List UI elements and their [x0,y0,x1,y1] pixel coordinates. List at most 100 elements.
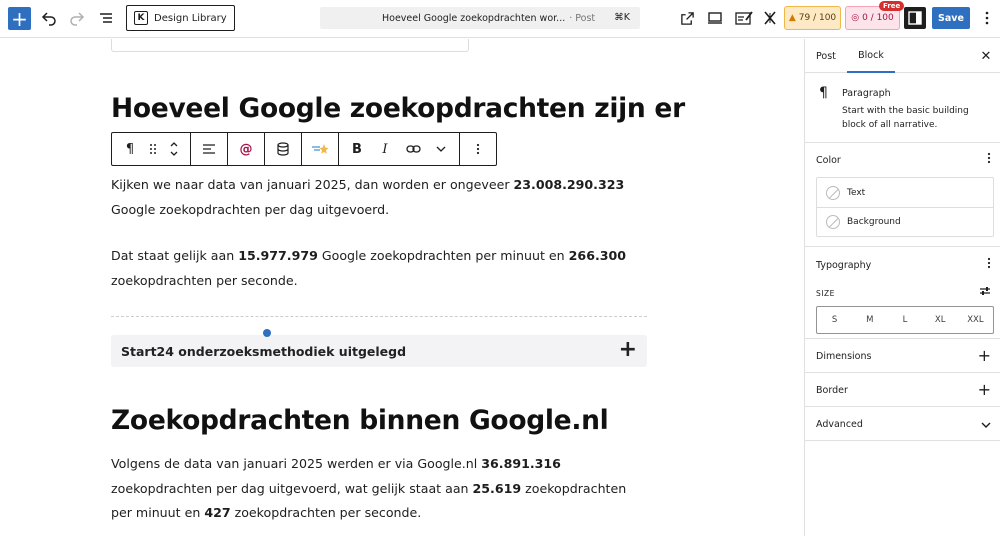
sidebar-icon [908,11,922,25]
editor-canvas[interactable]: Hoeveel Google zoekopdrachten zijn er ¶ … [0,39,804,536]
advanced-panel-title: Advanced [816,419,863,430]
paragraph-block-1[interactable]: Kijken we naar data van januari 2025, da… [111,173,651,222]
more-vertical-icon [987,152,991,164]
bold-number: 36.891.316 [481,456,561,471]
custom-size-button[interactable] [979,285,991,300]
italic-icon: I [382,141,388,157]
bold-button[interactable]: B [343,133,371,165]
paragraph-text: zoekopdrachten per seconde. [111,272,298,288]
text-color-label: Text [847,187,866,198]
plus-icon[interactable]: + [978,380,991,399]
color-panel-title: Color [816,155,841,166]
chevron-up-down-icon [170,142,178,156]
design-library-button[interactable]: K Design Library [126,5,235,31]
typography-options-button[interactable] [987,257,991,273]
move-up-down-button[interactable] [162,133,186,165]
paragraph-text: Volgens de data van januari 2025 werden … [111,456,482,471]
link-button[interactable] [399,133,427,165]
chevron-down-icon [436,146,446,152]
close-sidebar-button[interactable]: ✕ [977,47,995,65]
settings-sidebar: Post Block ✕ ¶ Paragraph Start with the … [804,39,1000,536]
resize-handle[interactable] [263,329,271,337]
ai-button[interactable] [306,133,334,165]
chevron-down-icon[interactable] [981,417,991,432]
heading-block[interactable]: Hoeveel Google zoekopdrachten zijn er [111,93,685,124]
pen-document-icon [735,11,753,25]
size-option-l[interactable]: L [887,307,922,333]
plus-icon[interactable]: + [978,346,991,365]
color-options-button[interactable] [987,152,991,168]
options-button[interactable] [980,8,994,28]
paragraph-text: zoekopdrachten per seconde. [230,505,422,520]
undo-icon [41,12,56,26]
size-option-xl[interactable]: XL [923,307,958,333]
size-option-xxl[interactable]: XXL [958,307,993,333]
tab-block[interactable]: Block [847,39,895,73]
more-vertical-icon [987,257,991,269]
mention-button[interactable]: @ [232,133,260,165]
lightning-icon [764,11,776,25]
font-size-picker: S M L XL XXL [816,306,994,334]
align-left-icon [203,144,215,154]
more-vertical-icon [985,11,989,25]
dynamic-content-button[interactable] [269,133,297,165]
bold-number: 25.619 [472,480,522,496]
paragraph-text: Google zoekopdrachten per minuut en [317,248,569,263]
paragraph-icon: ¶ [125,141,135,157]
block-type-button[interactable]: ¶ [116,133,144,165]
database-icon [277,142,289,156]
redo-button[interactable] [67,8,87,28]
size-option-s[interactable]: S [817,307,852,333]
paragraph-block-3[interactable]: Volgens de data van januari 2025 werden … [111,452,651,526]
dimensions-panel[interactable]: Dimensions + [805,339,1000,373]
bold-number: 427 [204,505,231,520]
command-palette-button[interactable]: Hoeveel Google zoekopdrachten wor... · P… [320,7,640,29]
tab-post[interactable]: Post [816,39,836,73]
editor-header: + K Design Library Hoeveel Google zoekop… [0,0,1000,38]
drag-handle[interactable] [144,133,162,165]
list-view-icon [100,13,112,23]
block-toolbar: ¶ @ B I [111,132,497,166]
align-button[interactable] [195,133,223,165]
block-options-button[interactable] [464,133,492,165]
block-description: Start with the basic building block of a… [842,106,969,130]
link-icon [405,145,421,153]
color-settings: Text Background [816,177,994,237]
block-inserter-button[interactable]: + [8,7,31,30]
heading-block[interactable]: Zoekopdrachten binnen Google.nl [111,405,609,436]
advanced-panel[interactable]: Advanced [805,407,1000,441]
settings-panel-toggle[interactable] [904,7,926,29]
accordion-block[interactable]: Start24 onderzoeksmethodiek uitgelegd + [111,316,647,367]
paragraph-text: Dat staat gelijk aan [111,248,239,263]
previous-block[interactable] [111,39,469,52]
post-title-label: Hoeveel Google zoekopdrachten wor... [382,12,566,24]
typography-panel-title: Typography [816,260,872,271]
edit-template-button[interactable] [734,8,754,28]
background-color-button[interactable]: Background [817,207,993,236]
paragraph-block-2[interactable]: Dat staat gelijk aan 15.977.979 Google z… [111,244,651,293]
plus-icon: + [11,6,28,31]
save-button[interactable]: Save [932,7,970,29]
redo-icon [70,12,85,26]
accordion-header[interactable]: Start24 onderzoeksmethodiek uitgelegd + [111,335,647,367]
italic-button[interactable]: I [371,133,399,165]
more-formats-button[interactable] [427,133,455,165]
bold-number: 23.008.290.323 [513,177,625,192]
bold-number: 266.300 [568,248,627,263]
view-post-button[interactable] [677,8,697,28]
more-vertical-icon [476,143,480,155]
size-option-m[interactable]: M [852,307,887,333]
plus-icon[interactable]: + [619,339,637,361]
document-overview-button[interactable] [96,8,116,28]
seo-score-value: 79 / 100 [798,13,837,23]
bold-icon: B [352,141,362,157]
paragraph-text: zoekopdrachten per dag uitgevoerd, wat g… [111,480,473,496]
border-panel[interactable]: Border + [805,373,1000,407]
device-preview-button[interactable] [705,8,725,28]
paragraph-text: Kijken we naar data van januari 2025, da… [111,177,514,192]
text-color-button[interactable]: Text [817,178,993,207]
undo-button[interactable] [39,8,59,28]
paragraph-text: Google zoekopdrachten per dag uitgevoerd… [111,201,390,217]
plugin-button[interactable] [760,8,780,28]
seo-score-button[interactable]: ▲ 79 / 100 [784,6,841,30]
